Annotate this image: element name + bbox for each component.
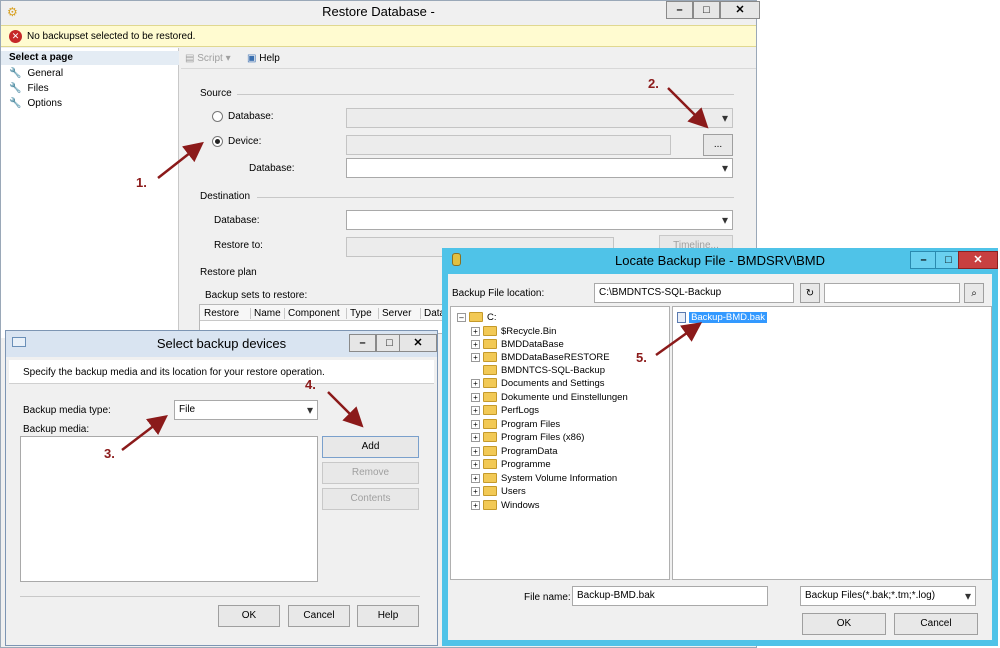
arrow-5 [655,322,703,357]
annotation-label-2: 2. [648,76,659,91]
annotation-label-1: 1. [136,175,147,190]
arrow-1 [157,141,204,179]
annotation-label-3: 3. [104,446,115,461]
arrow-3 [121,414,168,451]
arrow-4 [327,391,364,428]
annotation-arrows [121,87,709,451]
annotation-label-5: 5. [636,350,647,365]
annotation-label-4: 4. [305,377,316,392]
arrow-2 [667,87,709,129]
